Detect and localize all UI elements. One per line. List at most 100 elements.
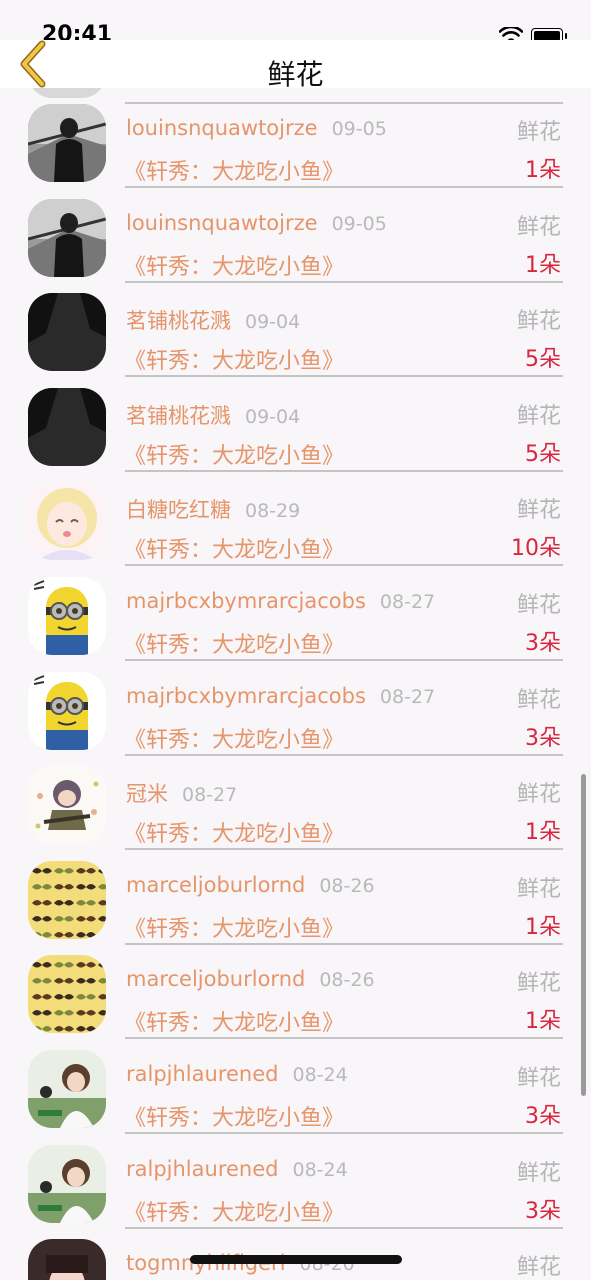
sender-name: marceljoburlornd 08-26 [126, 967, 375, 991]
list-item[interactable]: marceljoburlornd 08-26 鲜花《轩秀：大龙吃小鱼》 1朵 [0, 943, 591, 1040]
gift-type: 鲜花 [516, 1160, 561, 1186]
sender-username: 白糖吃红糖 [126, 498, 231, 523]
flower-count: 5朵 [525, 347, 561, 373]
gift-type: 鲜花 [516, 971, 561, 997]
page-title: 鲜花 [267, 58, 324, 91]
list-item[interactable]: majrbcxbymrarcjacobs 08-27 鲜花《轩秀：大龙吃小鱼》 3朵 [0, 565, 591, 661]
flower-count: 3朵 [525, 1198, 561, 1224]
work-title[interactable]: 《轩秀：大龙吃小鱼》 [124, 911, 344, 943]
flower-count: 3朵 [525, 725, 561, 751]
list-item[interactable]: ralpjhlaurened 08-24 鲜花《轩秀：大龙吃小鱼》 3朵 [0, 1038, 591, 1134]
work-title[interactable]: 《轩秀：大龙吃小鱼》 [124, 154, 344, 186]
gift-type: 鲜花 [516, 403, 561, 429]
sender-username: 茗铺桃花溅 [126, 403, 231, 428]
scrollbar[interactable] [581, 774, 586, 1096]
home-indicator[interactable] [190, 1255, 402, 1264]
list-item[interactable]: 白糖吃红糖 08-29 鲜花《轩秀：大龙吃小鱼》 10朵 [0, 470, 591, 567]
flower-count: 3朵 [525, 631, 561, 656]
list-item[interactable]: louinsnquawtojrze 09-05 鲜花《轩秀：大龙吃小鱼》 1朵 [0, 92, 591, 188]
sender-name: 白糖吃红糖 08-29 [126, 494, 300, 524]
work-title[interactable]: 《轩秀：大龙吃小鱼》 [124, 1100, 344, 1132]
gift-date: 08-26 [319, 969, 375, 992]
flower-count: 10朵 [511, 536, 561, 562]
gift-date: 08-26 [319, 874, 375, 897]
work-title[interactable]: 《轩秀：大龙吃小鱼》 [124, 532, 344, 564]
work-title[interactable]: 《轩秀：大龙吃小鱼》 [124, 627, 344, 659]
gift-date: 08-29 [245, 500, 301, 523]
girl-photo-avatar[interactable] [28, 1050, 106, 1128]
sender-name: ralpjhlaurened 08-24 [126, 1157, 348, 1181]
work-title[interactable]: 《轩秀：大龙吃小鱼》 [124, 1005, 344, 1037]
list-item[interactable]: 茗铺桃花溅 09-04 鲜花 《轩秀：大龙吃小鱼》 5朵 [0, 281, 591, 378]
gift-type: 鲜花 [516, 782, 561, 808]
gift-date: 08-24 [292, 1158, 348, 1181]
work-title[interactable]: 《轩秀：大龙吃小鱼》 [124, 249, 344, 281]
sender-name: 茗铺桃花溅 09-04 [126, 305, 300, 335]
sender-name: marceljoburlornd 08-26 [126, 873, 375, 897]
sender-username: marceljoburlornd [126, 967, 306, 992]
list-item[interactable]: ralpjhlaurened 08-24 鲜花《轩秀：大龙吃小鱼》 3朵 [0, 1133, 591, 1229]
mustache-pattern-avatar[interactable] [28, 955, 106, 1034]
flower-count: 1朵 [525, 820, 561, 846]
gift-date: 09-05 [331, 212, 387, 235]
sender-username: majrbcxbymrarcjacobs [126, 683, 366, 708]
gift-type: 鲜花 [516, 498, 561, 524]
gift-date: 09-04 [245, 405, 301, 428]
list-item[interactable]: majrbcxbymrarcjacobs 08-27 鲜花 《轩秀：大龙吃小鱼》 3朵 [0, 660, 591, 756]
flower-count: 1朵 [525, 252, 561, 278]
sender-username: ralpjhlaurened [126, 1062, 279, 1086]
snow-person-avatar[interactable] [28, 198, 106, 277]
work-title[interactable]: 《轩秀：大龙吃小鱼》 [124, 1195, 344, 1227]
flower-count: 3朵 [525, 1104, 561, 1129]
work-title[interactable]: 《轩秀：大龙吃小鱼》 [124, 816, 344, 848]
list-item[interactable]: 冠米 08-27 鲜花《轩秀：大龙吃小鱼》 1朵 [0, 754, 591, 851]
gift-type: 鲜花 [516, 120, 561, 145]
sender-username: majrbcxbymrarcjacobs [126, 589, 366, 613]
sender-name: 冠米 08-27 [126, 778, 237, 808]
snow-person-avatar[interactable] [28, 104, 106, 182]
gift-type: 鲜花 [516, 1255, 561, 1280]
minion-avatar[interactable] [28, 577, 106, 655]
gift-type: 鲜花 [516, 876, 561, 902]
gift-date: 08-27 [182, 784, 238, 807]
gift-list[interactable]: louinsnquawtojrze 09-05 鲜花 《轩秀：大龙吃小鱼》 1朵 loui… [0, 88, 591, 1280]
anime-girl-avatar[interactable] [28, 482, 106, 561]
flower-count: 1朵 [525, 158, 561, 183]
mustache-pattern-avatar[interactable] [28, 860, 106, 939]
sender-name: louinsnquawtojrze 09-05 [126, 211, 387, 235]
sender-name: majrbcxbymrarcjacobs 08-27 [126, 684, 435, 708]
gift-type: 鲜花 [516, 1066, 561, 1091]
checkered-scarf-avatar[interactable] [28, 387, 106, 466]
gift-date: 09-04 [245, 311, 301, 334]
navigation-bar: 鲜花 [0, 40, 591, 91]
gift-date: 08-27 [379, 591, 436, 613]
gift-date: 08-24 [292, 1064, 348, 1086]
sender-username: louinsnquawtojrze [126, 116, 318, 140]
list-item[interactable]: togmnyhilfigerl08-20鲜花 [0, 1227, 591, 1280]
gift-type: 鲜花 [516, 214, 561, 240]
list-item[interactable]: 茗铺桃花溅 09-04 鲜花《轩秀：大龙吃小鱼》 5朵 [0, 376, 591, 472]
gift-date: 09-05 [331, 118, 387, 140]
flower-count: 5朵 [525, 441, 561, 467]
minion-avatar[interactable] [28, 671, 106, 750]
list-item[interactable]: marceljoburlornd 08-26 鲜花《轩秀：大龙吃小鱼》 1朵 [0, 849, 591, 945]
cartoon-soldier-avatar[interactable] [28, 766, 106, 845]
work-title[interactable]: 《轩秀：大龙吃小鱼》 [124, 438, 344, 470]
list-item[interactable]: louinsnquawtojrze 09-05 鲜花《轩秀：大龙吃小鱼》 1朵 [0, 187, 591, 283]
sender-name: majrbcxbymrarcjacobs 08-27 [126, 589, 435, 613]
work-title[interactable]: 《轩秀：大龙吃小鱼》 [124, 343, 344, 375]
checkered-scarf-avatar[interactable] [28, 293, 106, 372]
sender-username: 茗铺桃花溅 [126, 309, 231, 334]
flower-count: 1朵 [525, 1009, 561, 1035]
doll-avatar[interactable] [28, 1239, 106, 1280]
sender-username: 冠米 [126, 782, 168, 807]
sender-username: ralpjhlaurened [126, 1156, 279, 1181]
gift-type: 鲜花 [516, 593, 561, 618]
sender-name: ralpjhlaurened 08-24 [126, 1062, 348, 1086]
status-bar: 20:41 [0, 0, 591, 47]
sender-name: louinsnquawtojrze 09-05 [126, 116, 387, 140]
work-title[interactable]: 《轩秀：大龙吃小鱼》 [124, 722, 344, 754]
flower-count: 1朵 [525, 914, 561, 940]
sender-username: marceljoburlornd [126, 872, 306, 897]
girl-photo-avatar[interactable] [28, 1144, 106, 1223]
